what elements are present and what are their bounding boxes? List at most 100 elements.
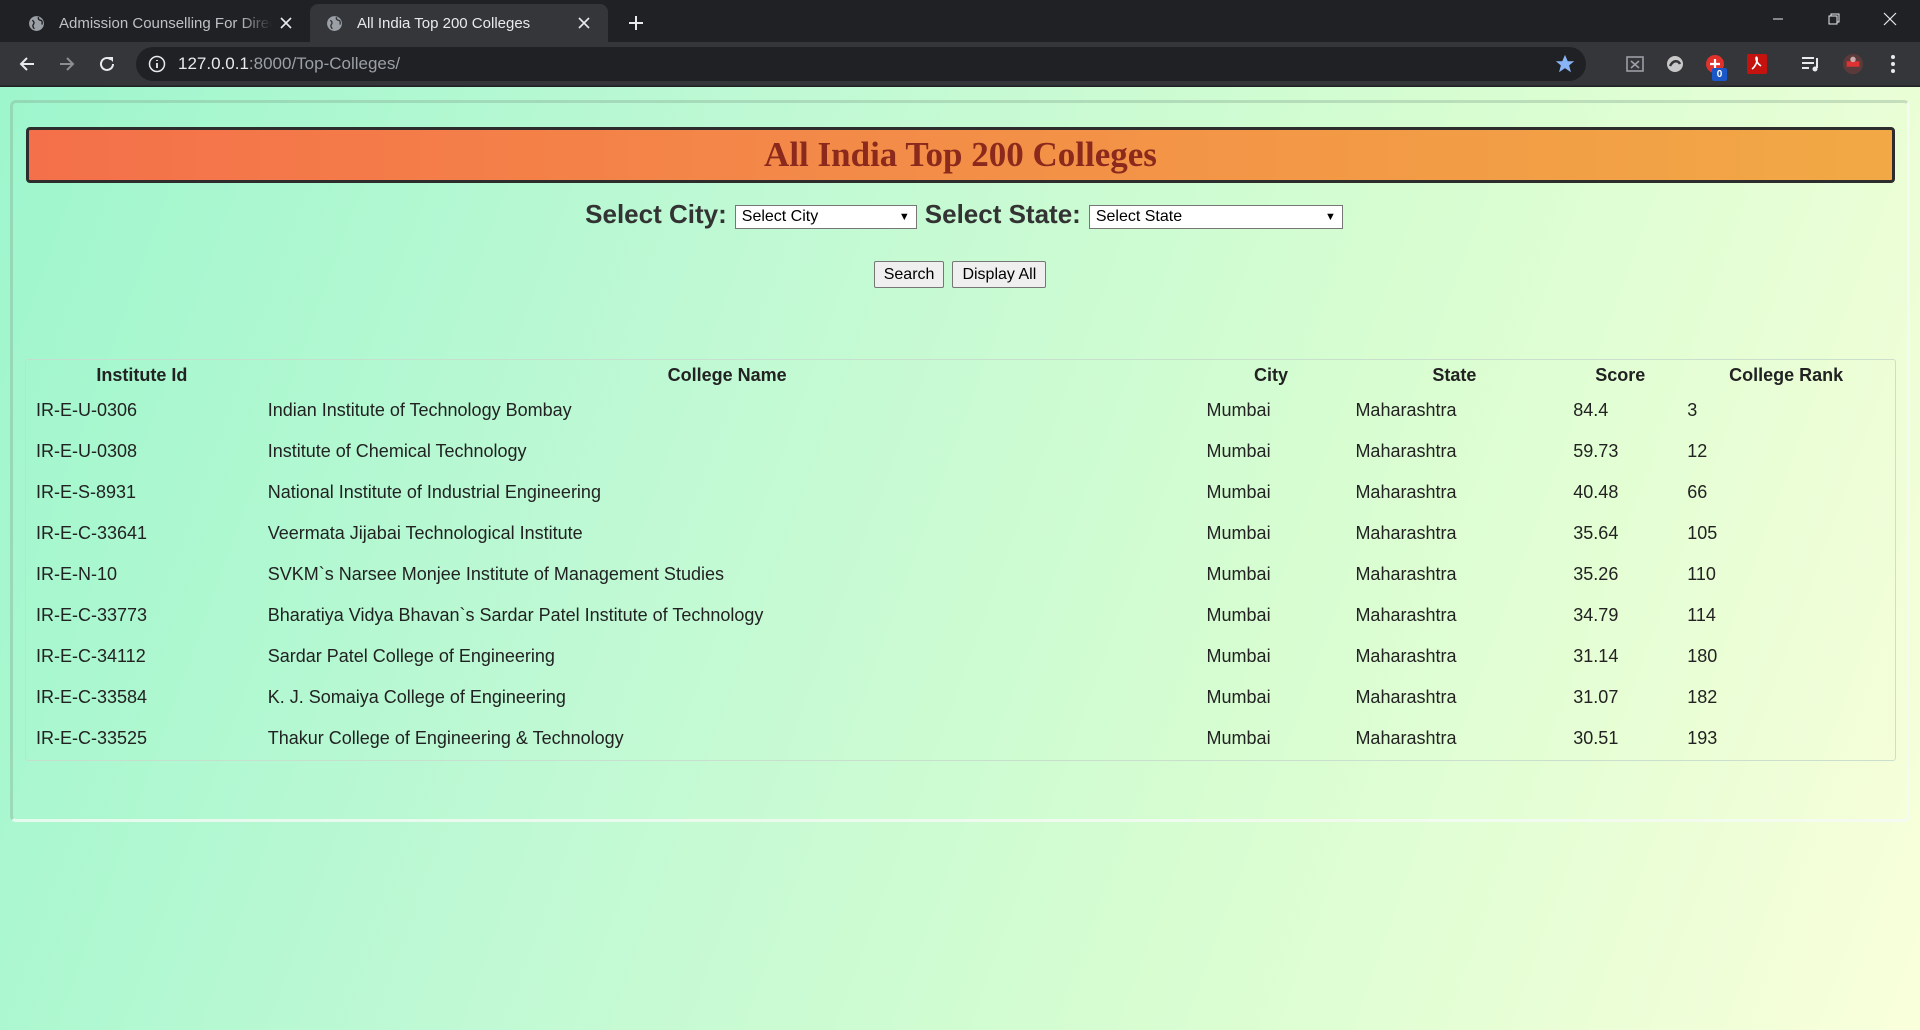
college-name-cell: K. J. Somaiya College of Engineering (267, 687, 566, 707)
state-cell: Maharashtra (1355, 646, 1457, 666)
college-name-cell: SVKM`s Narsee Monjee Institute of Manage… (267, 564, 724, 584)
bookmark-star-icon[interactable] (1554, 53, 1576, 75)
city-cell: Mumbai (1206, 400, 1271, 420)
forward-button[interactable] (52, 49, 82, 79)
plus-icon (629, 16, 643, 30)
score-cell: 34.79 (1573, 605, 1619, 625)
address-bar[interactable]: 127.0.0.1:8000/Top-Colleges/ (136, 47, 1586, 81)
table-row: IR-E-C-33641 Veermata Jijabai Technologi… (26, 513, 1895, 554)
city-cell: Mumbai (1206, 441, 1271, 461)
back-button[interactable] (12, 49, 42, 79)
header-institute-id: Institute Id (96, 364, 188, 385)
institute-id-cell: IR-E-C-33525 (36, 728, 148, 748)
table-row: IR-E-U-0306 Indian Institute of Technolo… (26, 390, 1895, 431)
institute-id-cell: IR-E-S-8931 (36, 482, 137, 502)
page-title: All India Top 200 Colleges (764, 135, 1157, 174)
state-cell: Maharashtra (1355, 482, 1457, 502)
score-cell: 84.4 (1573, 400, 1609, 420)
close-tab-icon[interactable] (570, 9, 598, 37)
college-name-cell: Thakur College of Engineering & Technolo… (267, 728, 624, 748)
institute-id-cell: IR-E-C-33773 (36, 605, 148, 625)
table-row: IR-E-C-34112 Sardar Patel College of Eng… (26, 636, 1895, 677)
city-cell: Mumbai (1206, 482, 1271, 502)
table-row: IR-E-C-33773 Bharatiya Vidya Bhavan`s Sa… (26, 595, 1895, 636)
profile-avatar-icon[interactable] (1842, 53, 1864, 75)
score-cell: 30.51 (1573, 728, 1619, 748)
state-label: Select State: (924, 199, 1081, 229)
colleges-table: Institute Id College Name City State Sco… (26, 360, 1895, 759)
state-cell: Maharashtra (1355, 605, 1457, 625)
close-tab-icon[interactable] (272, 9, 300, 37)
filter-bar: Select City: Select City ▼ Select State:… (0, 199, 1920, 230)
media-playlist-icon[interactable] (1800, 53, 1822, 75)
state-select-value: Select State (1095, 208, 1183, 225)
header-college-name: College Name (667, 364, 787, 385)
tab-title: All India Top 200 Colleges (357, 14, 531, 32)
page-banner: All India Top 200 Colleges (26, 127, 1895, 183)
table-row: IR-E-C-33584 K. J. Somaiya College of En… (26, 677, 1895, 718)
city-cell: Mumbai (1206, 687, 1271, 707)
menu-kebab-icon[interactable] (1882, 53, 1904, 75)
reload-button[interactable] (92, 49, 122, 79)
institute-id-cell: IR-E-U-0306 (36, 400, 138, 420)
pdf-extension-icon[interactable] (1746, 53, 1768, 75)
extension-swirl-icon[interactable] (1664, 53, 1686, 75)
dropdown-arrow-icon: ▼ (1324, 211, 1336, 223)
header-city: City (1253, 364, 1288, 385)
table-row: IR-E-U-0308 Institute of Chemical Techno… (26, 431, 1895, 472)
tab-top-colleges[interactable]: All India Top 200 Colleges (310, 4, 608, 42)
extension-badge: 0 (1712, 68, 1727, 81)
rank-cell: 12 (1687, 441, 1708, 461)
city-cell: Mumbai (1206, 564, 1271, 584)
url-host: 127.0.0.1 (178, 54, 249, 73)
table-header-row: Institute Id College Name City State Sco… (26, 360, 1895, 390)
action-buttons: Search Display All (0, 261, 1920, 288)
display-all-button[interactable]: Display All (952, 261, 1047, 288)
close-icon (1883, 12, 1897, 26)
page-content: All India Top 200 Colleges Select City: … (0, 87, 1920, 1030)
city-label: Select City: (585, 199, 727, 229)
institute-id-cell: IR-E-C-33641 (36, 523, 148, 543)
header-state: State (1432, 364, 1477, 385)
arrow-right-icon (60, 57, 75, 71)
state-cell: Maharashtra (1355, 564, 1457, 584)
score-cell: 31.07 (1573, 687, 1619, 707)
table-body: IR-E-U-0306 Indian Institute of Technolo… (26, 390, 1895, 759)
score-cell: 59.73 (1573, 441, 1619, 461)
restore-icon (1828, 13, 1840, 25)
rank-cell: 180 (1687, 646, 1718, 666)
state-select[interactable]: Select State ▼ (1088, 205, 1343, 229)
search-button[interactable]: Search (873, 261, 945, 288)
rank-cell: 105 (1687, 523, 1718, 543)
restore-button[interactable] (1806, 0, 1862, 38)
minimize-button[interactable] (1750, 0, 1806, 38)
globe-icon (327, 15, 342, 31)
colleges-table-container: Institute Id College Name City State Sco… (25, 359, 1896, 761)
college-name-cell: Institute of Chemical Technology (267, 441, 527, 461)
college-name-cell: Bharatiya Vidya Bhavan`s Sardar Patel In… (267, 605, 764, 625)
close-window-button[interactable] (1862, 0, 1918, 38)
new-tab-button[interactable] (622, 9, 650, 37)
info-icon[interactable] (148, 55, 166, 73)
extension-translate-icon[interactable] (1624, 53, 1646, 75)
city-cell: Mumbai (1206, 728, 1271, 748)
score-cell: 35.26 (1573, 564, 1619, 584)
table-row: IR-E-S-8931 National Institute of Indust… (26, 472, 1895, 513)
minimize-icon (1773, 18, 1783, 20)
header-score: Score (1595, 364, 1646, 385)
score-cell: 40.48 (1573, 482, 1619, 502)
city-cell: Mumbai (1206, 523, 1271, 543)
rank-cell: 110 (1687, 564, 1716, 584)
table-row: IR-E-N-10 SVKM`s Narsee Monjee Institute… (26, 554, 1895, 595)
rank-cell: 114 (1687, 605, 1716, 625)
rank-cell: 193 (1687, 728, 1718, 748)
institute-id-cell: IR-E-C-33584 (36, 687, 148, 707)
city-select[interactable]: Select City ▼ (734, 205, 917, 229)
city-select-value: Select City (741, 208, 819, 225)
college-name-cell: Sardar Patel College of Engineering (267, 646, 555, 666)
table-row: IR-E-C-33525 Thakur College of Engineeri… (26, 718, 1895, 759)
rank-cell: 3 (1687, 400, 1698, 420)
tab-title: Admission Counselling For Direct (59, 14, 272, 32)
tab-admission-counselling[interactable]: Admission Counselling For Direct (12, 4, 310, 42)
rank-cell: 66 (1687, 482, 1708, 502)
